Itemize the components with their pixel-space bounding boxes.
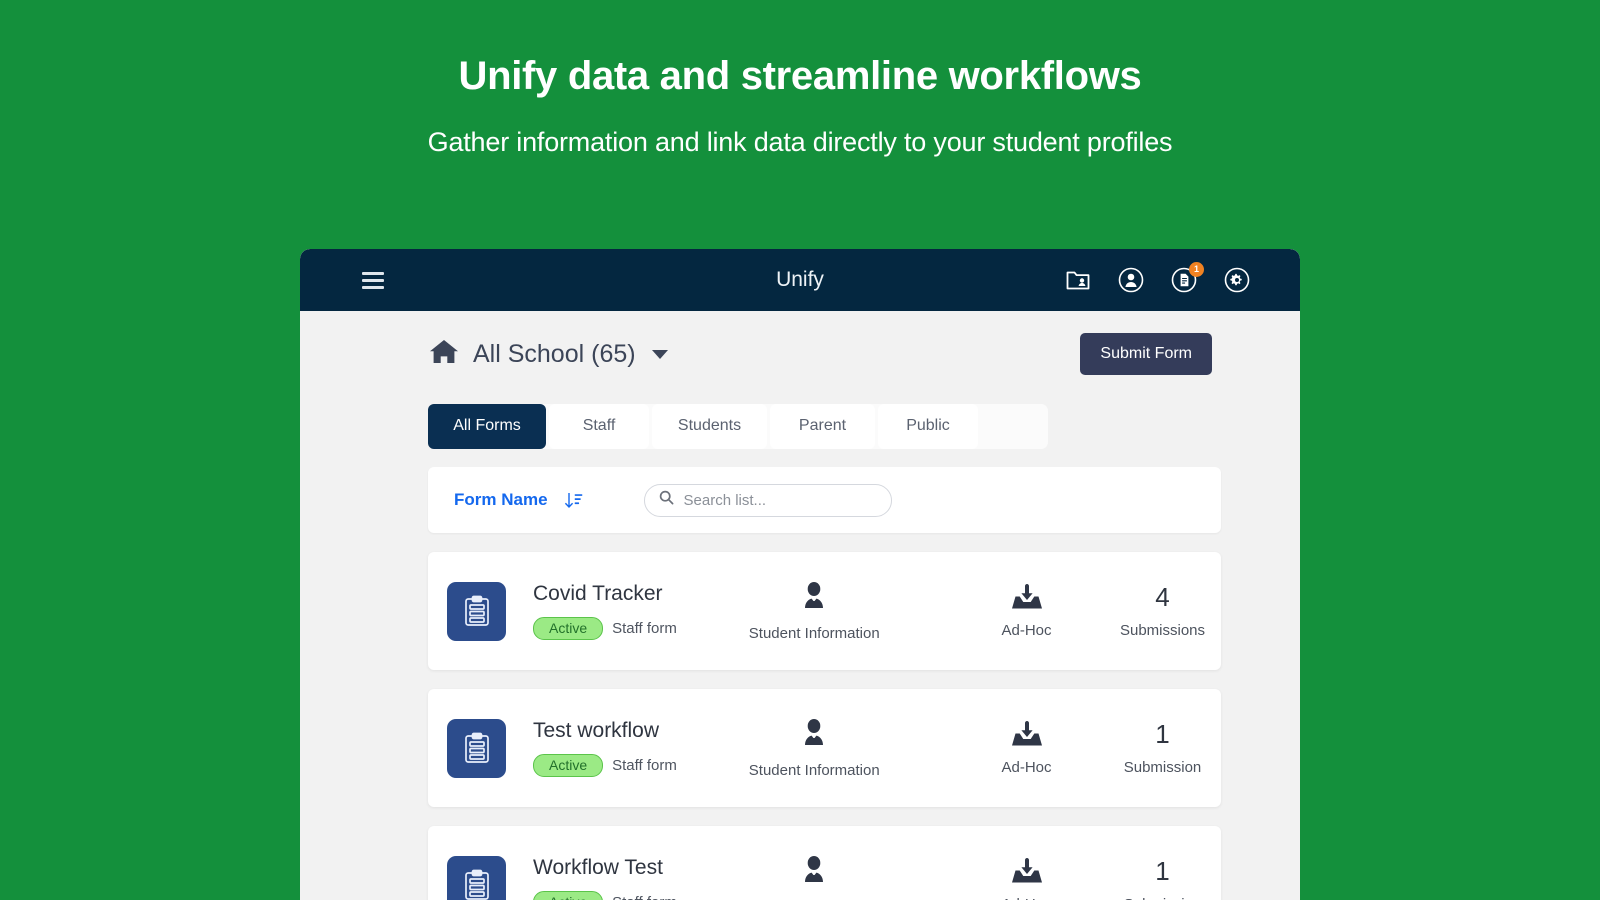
settings-gear-icon[interactable] bbox=[1222, 265, 1252, 295]
form-meta: Active Staff form bbox=[533, 616, 736, 641]
navbar-icon-group: 1 bbox=[1063, 262, 1252, 295]
download-tray-icon bbox=[1011, 583, 1042, 616]
schedule-column[interactable]: Ad-Hoc bbox=[959, 583, 1094, 640]
search-box[interactable] bbox=[643, 483, 892, 517]
app-content: All School (65) Submit Form All Forms St… bbox=[300, 311, 1300, 900]
sort-descending-icon[interactable] bbox=[564, 491, 583, 510]
submissions-column[interactable]: 1 Submission bbox=[1104, 858, 1221, 900]
submission-label: Submissions bbox=[1119, 621, 1206, 639]
linked-record-column[interactable]: Student Information bbox=[736, 854, 894, 900]
linked-record-label: Student Information bbox=[748, 761, 880, 779]
clipboard-form-icon[interactable] bbox=[447, 855, 506, 900]
school-name-label: All School (65) bbox=[473, 339, 636, 368]
download-tray-icon bbox=[1011, 720, 1042, 753]
sort-by-form-name[interactable]: Form Name bbox=[454, 490, 548, 510]
table-row[interactable]: Workflow Test Active Staff form S bbox=[428, 826, 1221, 900]
student-person-icon bbox=[797, 717, 831, 756]
linked-record-label: Student Information bbox=[748, 624, 880, 642]
submission-count: 1 bbox=[1155, 718, 1170, 749]
hero-title: Unify data and streamline workflows bbox=[458, 54, 1142, 98]
submission-label: Submission bbox=[1123, 758, 1202, 776]
schedule-label: Ad-Hoc bbox=[1001, 621, 1052, 639]
student-person-icon bbox=[797, 854, 831, 893]
form-info: Covid Tracker Active Staff form bbox=[533, 582, 736, 641]
submit-form-button[interactable]: Submit Form bbox=[1080, 333, 1212, 375]
status-badge: Active bbox=[533, 616, 604, 641]
form-info: Workflow Test Active Staff form bbox=[533, 856, 736, 900]
tab-all-forms[interactable]: All Forms bbox=[428, 404, 546, 449]
status-badge: Active bbox=[533, 890, 604, 900]
school-header-row: All School (65) Submit Form bbox=[300, 311, 1300, 375]
schedule-label: Ad-Hoc bbox=[1001, 896, 1051, 900]
clipboard-form-icon[interactable] bbox=[447, 718, 506, 778]
linked-record-column[interactable]: Student Information bbox=[736, 717, 894, 780]
clipboard-form-icon[interactable] bbox=[447, 581, 506, 641]
hamburger-icon[interactable] bbox=[362, 271, 384, 289]
form-meta: Active Staff form bbox=[533, 890, 736, 900]
tab-public[interactable]: Public bbox=[878, 404, 978, 449]
app-window: Unify 1 All School (65) Submit Form All … bbox=[300, 249, 1300, 900]
user-circle-icon[interactable] bbox=[1116, 265, 1146, 295]
linked-record-column[interactable]: Student Information bbox=[736, 580, 894, 643]
form-type-label: Staff form bbox=[612, 619, 677, 637]
table-row[interactable]: Covid Tracker Active Staff form Student … bbox=[428, 552, 1221, 670]
schedule-column[interactable]: Ad-Hoc bbox=[959, 720, 1094, 777]
chevron-down-icon bbox=[651, 349, 668, 359]
document-circle-icon[interactable]: 1 bbox=[1169, 262, 1204, 295]
tab-staff[interactable]: Staff bbox=[549, 404, 649, 449]
tab-parent[interactable]: Parent bbox=[770, 404, 875, 449]
form-title: Covid Tracker bbox=[533, 581, 663, 605]
school-selector[interactable]: All School (65) bbox=[429, 338, 668, 370]
search-icon bbox=[659, 490, 674, 510]
schedule-column[interactable]: Ad-Hoc bbox=[959, 857, 1094, 900]
form-title: Workflow Test bbox=[533, 855, 663, 879]
tab-students[interactable]: Students bbox=[652, 404, 767, 449]
list-header-bar: Form Name bbox=[428, 467, 1221, 533]
form-meta: Active Staff form bbox=[533, 753, 736, 778]
form-info: Test workflow Active Staff form bbox=[533, 719, 736, 778]
table-row[interactable]: Test workflow Active Staff form Student … bbox=[428, 689, 1221, 807]
form-type-label: Staff form bbox=[612, 894, 677, 900]
form-type-label: Staff form bbox=[612, 756, 677, 774]
home-icon bbox=[429, 338, 459, 370]
search-input[interactable] bbox=[683, 491, 877, 509]
student-person-icon bbox=[797, 580, 831, 619]
hero-subtitle: Gather information and link data directl… bbox=[427, 127, 1173, 157]
status-badge: Active bbox=[533, 753, 604, 778]
submissions-column[interactable]: 4 Submissions bbox=[1104, 584, 1221, 639]
hero-banner: Unify data and streamline workflows Gath… bbox=[0, 0, 1600, 158]
form-type-tabs: All Forms Staff Students Parent Public bbox=[428, 404, 1048, 449]
form-title: Test workflow bbox=[533, 718, 660, 742]
schedule-label: Ad-Hoc bbox=[1001, 758, 1052, 776]
submission-count: 4 bbox=[1155, 581, 1170, 612]
submission-count: 1 bbox=[1155, 855, 1170, 886]
submissions-column[interactable]: 1 Submission bbox=[1104, 721, 1221, 776]
submission-label: Submission bbox=[1124, 896, 1202, 900]
folder-user-icon[interactable] bbox=[1063, 265, 1093, 295]
notification-badge: 1 bbox=[1189, 262, 1204, 277]
forms-list: Covid Tracker Active Staff form Student … bbox=[428, 552, 1221, 900]
download-tray-icon bbox=[1011, 857, 1042, 890]
top-navbar: Unify 1 bbox=[300, 249, 1300, 311]
